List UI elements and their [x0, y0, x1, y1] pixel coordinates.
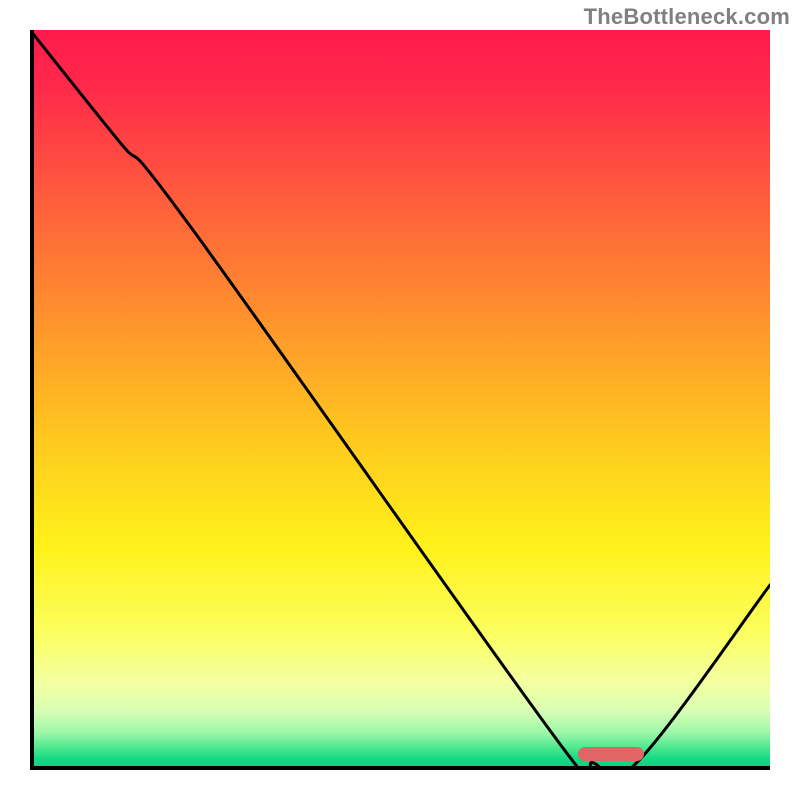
optimal-range-marker [578, 747, 645, 761]
y-axis [30, 30, 34, 770]
bottleneck-curve [30, 30, 770, 770]
chart-container: TheBottleneck.com [0, 0, 800, 800]
x-axis [30, 766, 770, 770]
watermark-text: TheBottleneck.com [584, 4, 790, 30]
